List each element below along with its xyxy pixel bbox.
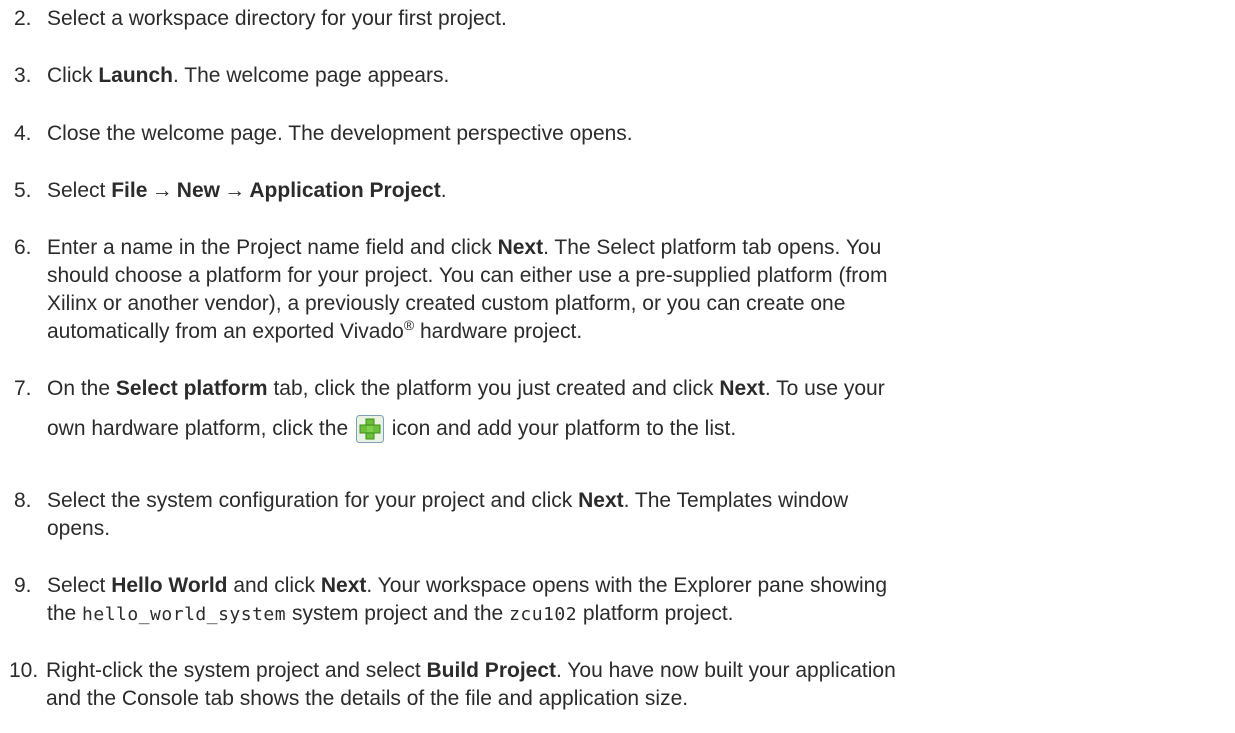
step-text: On the Select platform tab, click the pl…	[47, 375, 1224, 443]
step-number: 3.	[14, 64, 32, 87]
step-number: 6.	[14, 236, 32, 259]
text-fragment: Right-click the system project and selec…	[46, 659, 427, 682]
text-line: the hello_world_system system project an…	[47, 600, 1224, 629]
text-fragment: On the	[47, 377, 116, 400]
text-line: own hardware platform, click the icon an…	[47, 415, 1224, 443]
text-fragment: .	[440, 179, 447, 202]
text-fragment: icon and add your platform to the list.	[385, 417, 737, 440]
step-number: 5.	[14, 179, 32, 202]
bold-term: Build Project	[426, 659, 557, 682]
step-number: 2.	[14, 7, 32, 30]
text-fragment: hardware project.	[414, 320, 583, 343]
step-text: Click Launch. The welcome page appears.	[47, 62, 1224, 90]
text-fragment: . The Select platform tab opens. You	[543, 236, 882, 259]
code-term: hello_world_system	[82, 604, 287, 625]
text-fragment: . The Templates window	[623, 489, 849, 512]
text-line: and the Console tab shows the details of…	[46, 687, 689, 710]
step-5: 5. Select File → New → Application Proje…	[14, 177, 1224, 205]
step-4: 4. Close the welcome page. The developme…	[14, 120, 1224, 148]
step-text: Close the welcome page. The development …	[47, 122, 633, 145]
text-fragment: . To use your	[764, 377, 885, 400]
text-fragment: Select	[47, 574, 112, 597]
text-fragment: . The welcome page appears.	[173, 64, 450, 87]
step-2: 2. Select a workspace directory for your…	[14, 5, 1224, 33]
text-fragment: . You have now built your application	[556, 659, 896, 682]
step-text: Select Hello World and click Next. Your …	[47, 572, 1224, 629]
bold-term: Next	[719, 377, 765, 400]
bold-term: Select platform	[115, 377, 268, 400]
step-number: 10.	[9, 659, 39, 682]
text-fragment: platform project.	[577, 602, 734, 625]
code-term: zcu102	[509, 604, 578, 625]
text-line: Select Hello World and click Next. Your …	[47, 572, 1224, 600]
bold-term: Next	[320, 574, 367, 597]
bold-term: Hello World	[111, 574, 228, 597]
bold-term: Next	[578, 489, 624, 512]
step-number: 7.	[14, 377, 32, 400]
step-9: 9. Select Hello World and click Next. Yo…	[14, 572, 1224, 629]
text-fragment: the	[47, 602, 83, 625]
text-line: Select the system configuration for your…	[47, 487, 1224, 515]
text-fragment: . Your workspace opens with the Explorer…	[366, 574, 888, 597]
text-line: should choose a platform for your projec…	[47, 264, 888, 287]
step-7: 7. On the Select platform tab, click the…	[14, 375, 1224, 443]
text-fragment: Select	[47, 179, 112, 202]
text-line: automatically from an exported Vivado® h…	[47, 318, 1224, 346]
step-text: Right-click the system project and selec…	[46, 657, 1219, 713]
text-fragment: automatically from an exported Vivado	[47, 320, 404, 343]
step-10: 10. Right-click the system project and s…	[9, 657, 1219, 713]
step-8: 8. Select the system configuration for y…	[14, 487, 1224, 543]
text-line: opens.	[47, 517, 111, 540]
step-3: 3. Click Launch. The welcome page appear…	[14, 62, 1224, 90]
step-number: 9.	[14, 574, 32, 597]
text-fragment: own hardware platform, click the	[47, 417, 354, 440]
step-6: 6. Enter a name in the Project name fiel…	[14, 234, 1224, 346]
text-fragment: Select the system configuration for your…	[47, 489, 579, 512]
add-platform-icon[interactable]	[355, 415, 384, 443]
text-fragment: tab, click the platform you just created…	[267, 377, 720, 400]
text-line: Right-click the system project and selec…	[46, 657, 1219, 685]
bold-term: Launch	[98, 64, 174, 87]
text-fragment: and click	[227, 574, 321, 597]
step-text: Select the system configuration for your…	[47, 487, 1224, 543]
step-text: Select a workspace directory for your fi…	[47, 7, 507, 30]
instruction-list: 2. Select a workspace directory for your…	[0, 0, 1235, 733]
registered-mark: ®	[403, 317, 415, 333]
text-fragment: Enter a name in the Project name field a…	[47, 236, 498, 259]
bold-term: Next	[497, 236, 544, 259]
text-line: Enter a name in the Project name field a…	[47, 234, 1224, 262]
step-text: Enter a name in the Project name field a…	[47, 234, 1224, 346]
step-number: 4.	[14, 122, 32, 145]
text-fragment: system project and the	[286, 602, 510, 625]
text-line: Xilinx or another vendor), a previously …	[47, 292, 846, 315]
text-fragment: Click	[47, 64, 99, 87]
text-line: On the Select platform tab, click the pl…	[47, 375, 1224, 403]
step-text: Select File → New → Application Project.	[47, 177, 1224, 205]
step-number: 8.	[14, 489, 32, 512]
menu-path: File → New → Application Project	[111, 179, 441, 202]
